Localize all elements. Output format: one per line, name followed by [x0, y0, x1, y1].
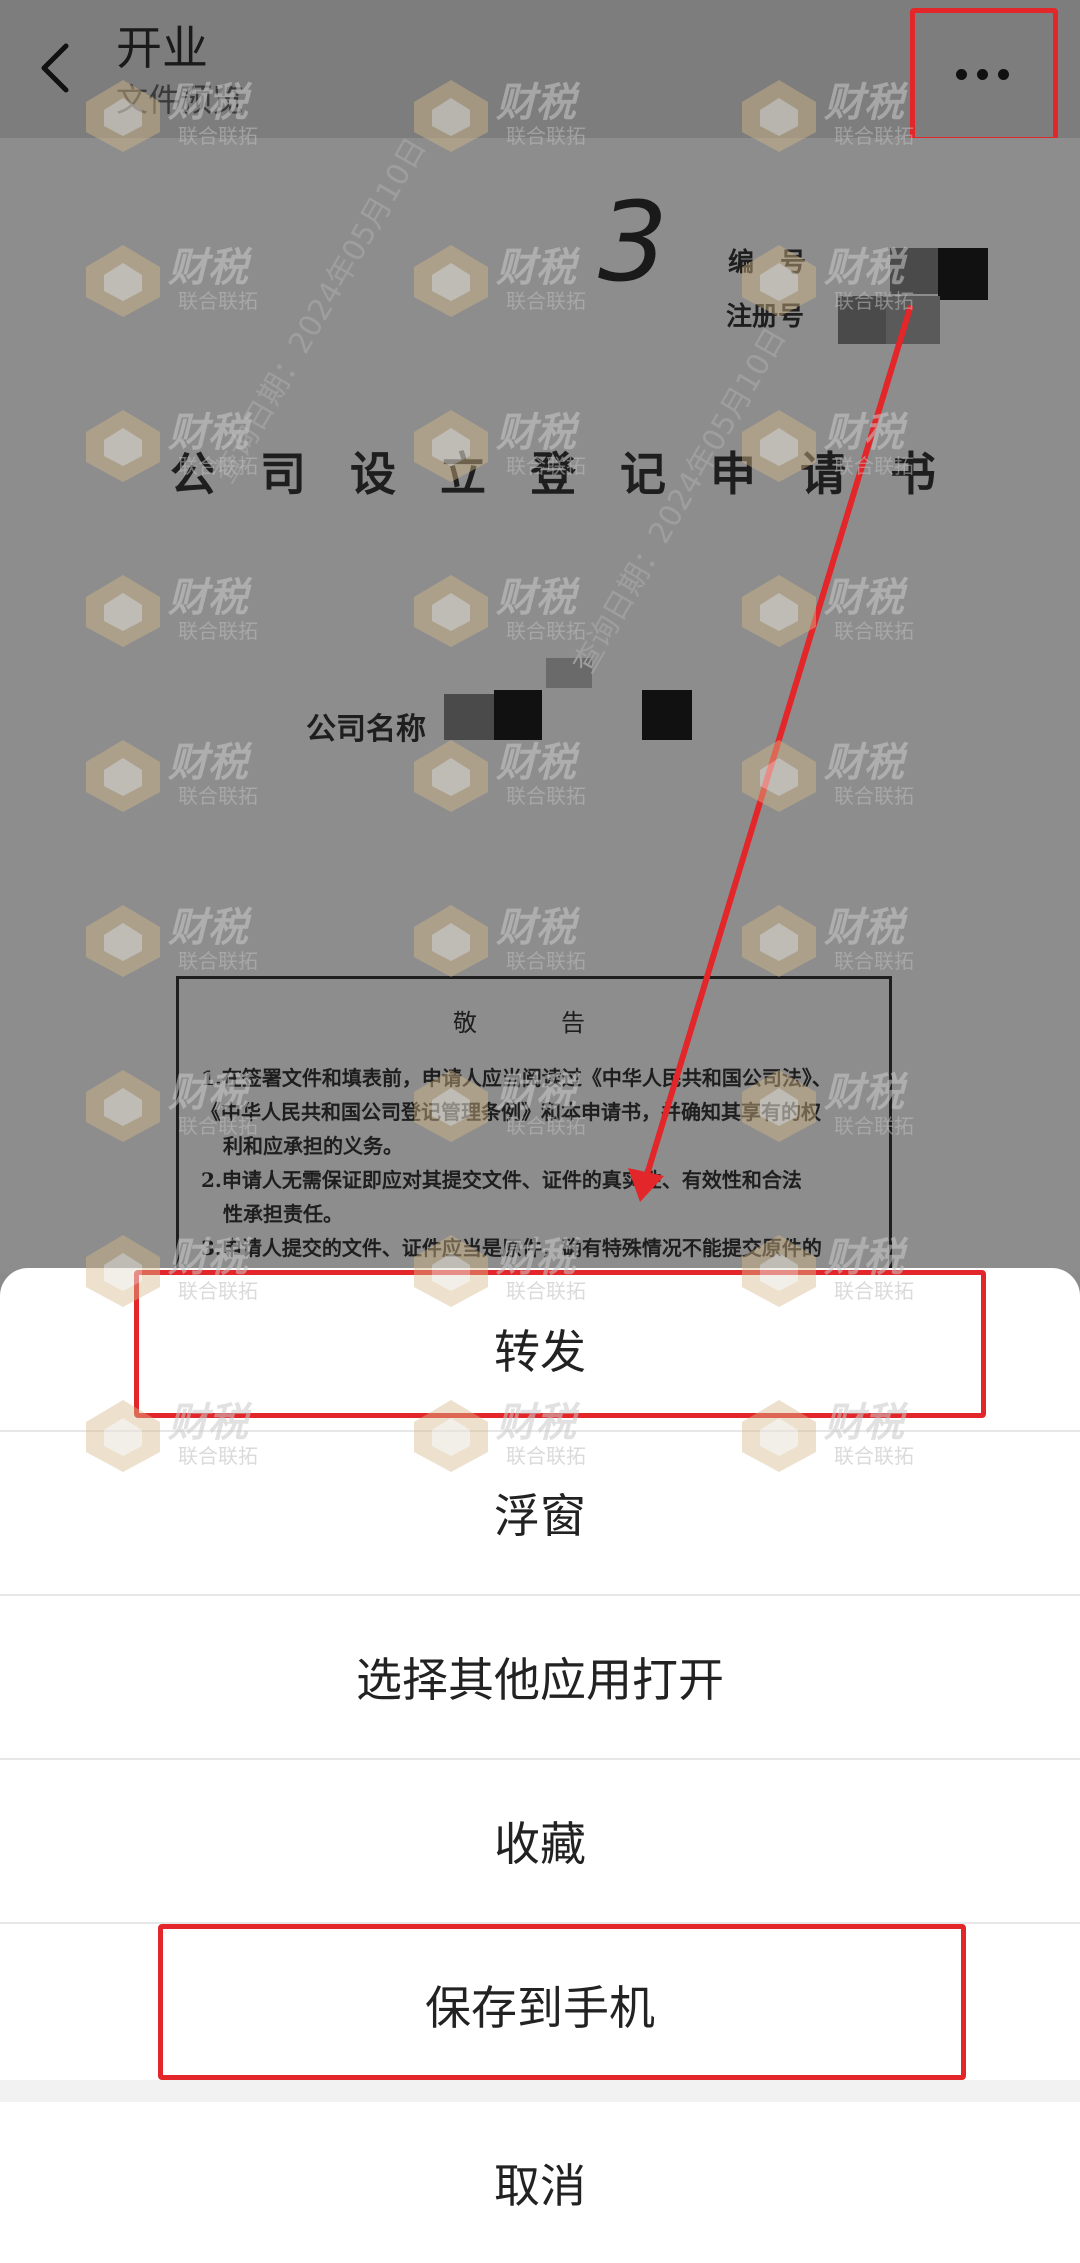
favorite-button[interactable]: 收藏	[0, 1760, 1080, 1922]
document-preview[interactable]: 3 编 号 注册号 公司设立登记申请书 公司名称 敬 告 1.在签署文件和填表前…	[0, 138, 1080, 1273]
highlight-forward	[134, 1270, 986, 1418]
open-with-other-app-button[interactable]: 选择其他应用打开	[0, 1596, 1080, 1758]
sheet-separator	[0, 2080, 1080, 2102]
chevron-left-icon	[41, 43, 69, 93]
page-subtitle: 文件预览	[116, 81, 245, 119]
page-title: 开业	[116, 21, 208, 75]
file-preview-screen: 开业 文件预览 3 编 号 注册号 公司设立登记申请书 公司名称 敬 告 1.在…	[0, 0, 1080, 2263]
annotation-arrow	[628, 305, 913, 1202]
top-bar: 开业 文件预览	[0, 0, 1080, 142]
cancel-button[interactable]: 取消	[0, 2102, 1080, 2263]
highlight-save-to-phone	[158, 1924, 966, 2080]
back-button[interactable]	[28, 28, 88, 108]
highlight-more-button	[910, 8, 1058, 142]
floating-window-button[interactable]: 浮窗	[0, 1432, 1080, 1594]
